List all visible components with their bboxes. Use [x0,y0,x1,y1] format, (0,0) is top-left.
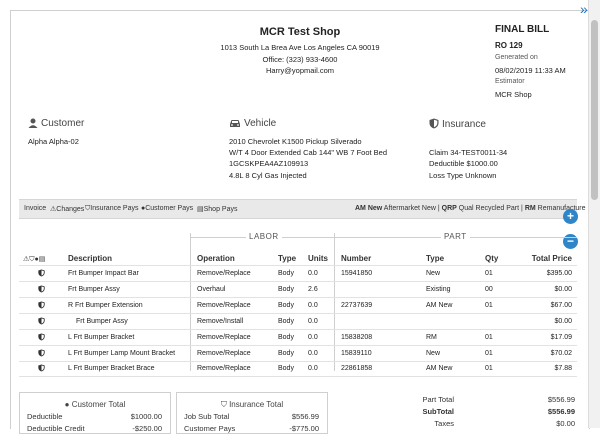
row-price: $395.00 [546,270,572,277]
row-units: 0.0 [308,318,318,325]
row-description: R Frt Bumper Extension [68,302,143,309]
shield-icon [38,333,45,343]
row-description: Frt Bumper Assy [76,318,128,325]
row-operation: Remove/Replace [197,350,251,357]
row-divider [19,361,577,362]
insurance-total-heading: ⛉ Insurance Total [177,400,327,410]
row-divider [19,313,577,314]
row-part-number: 15838208 [341,334,373,341]
taxes-value: $0.00 [556,419,575,428]
subtotal-value: $556.99 [547,407,575,416]
row-part-number: 22737639 [341,302,373,309]
customer-pays-value: -$775.00 [289,424,319,433]
row-operation: Remove/Replace [197,334,251,341]
row-operation: Overhaul [197,286,226,293]
row-labor-type: Body [278,318,294,325]
row-labor-type: Body [278,334,294,341]
row-divider [19,297,577,298]
row-divider [19,345,577,346]
user-icon: ● [64,400,70,409]
row-price: $17.09 [550,334,572,341]
row-divider [19,376,577,377]
row-units: 0.0 [308,350,318,357]
row-operation: Remove/Install [197,318,244,325]
row-description: L Frt Bumper Bracket Brace [68,365,155,372]
row-units: 0.0 [308,365,318,372]
shield-icon [38,285,45,295]
row-operation: Remove/Replace [197,302,251,309]
row-price: $70.02 [550,350,572,357]
deductible-credit-value: -$250.00 [132,424,162,433]
row-labor-type: Body [278,270,294,277]
row-part-type: New [426,270,441,277]
part-total-value: $556.99 [547,395,575,404]
row-part-type: Existing [426,286,451,293]
customer-total-title: Customer Total [71,400,126,409]
row-description: Frt Bumper Impact Bar [68,270,139,277]
deductible-label: Deductible [27,412,63,421]
row-qty: 01 [485,302,493,309]
job-subtotal-label: Job Sub Total [184,412,230,421]
row-part-type: New [426,350,441,357]
shield-icon [38,364,45,374]
row-price: $7.88 [554,365,572,372]
row-description: Frt Bumper Assy [68,286,120,293]
row-qty: 01 [485,270,493,277]
shield-icon: ⛉ [220,400,227,409]
deductible-value: $1000.00 [130,412,162,421]
row-price: $0.00 [554,318,572,325]
row-units: 0.0 [308,270,318,277]
row-description: L Frt Bumper Bracket [68,334,135,341]
row-part-type: AM New [426,302,453,309]
shield-icon [38,269,45,279]
row-divider [19,281,577,282]
row-qty: 00 [485,286,493,293]
row-part-type: AM New [426,365,453,372]
row-part-type: RM [426,334,437,341]
shield-icon [38,349,45,359]
row-operation: Remove/Replace [197,270,251,277]
row-part-number: 15941850 [341,270,373,277]
row-qty: 01 [485,365,493,372]
customer-pays-label: Customer Pays [184,424,236,433]
row-price: $67.00 [550,302,572,309]
deductible-credit-label: Deductible Credit [27,424,85,433]
row-operation: Remove/Replace [197,365,251,372]
subtotal-label: SubTotal [422,407,454,416]
row-units: 0.0 [308,302,318,309]
row-labor-type: Body [278,350,294,357]
row-labor-type: Body [278,302,294,309]
insurance-total-title: Insurance Total [229,400,284,409]
shield-icon [38,317,45,327]
row-divider [19,329,577,330]
row-price: $0.00 [554,286,572,293]
row-part-number: 15839110 [341,350,372,357]
row-units: 0.0 [308,334,318,341]
row-qty: 01 [485,334,493,341]
row-qty: 01 [485,350,493,357]
taxes-label: Taxes [434,419,454,428]
row-labor-type: Body [278,286,294,293]
table-body: Frt Bumper Impact Bar Remove/Replace Bod… [0,0,600,428]
row-description: L Frt Bumper Lamp Mount Bracket [68,350,176,357]
part-total-label: Part Total [422,395,454,404]
row-units: 2.6 [308,286,318,293]
shield-icon [38,301,45,311]
customer-total-heading: ● Customer Total [20,400,170,409]
row-part-number: 22861858 [341,365,373,372]
job-subtotal-value: $556.99 [291,412,319,421]
row-labor-type: Body [278,365,294,372]
